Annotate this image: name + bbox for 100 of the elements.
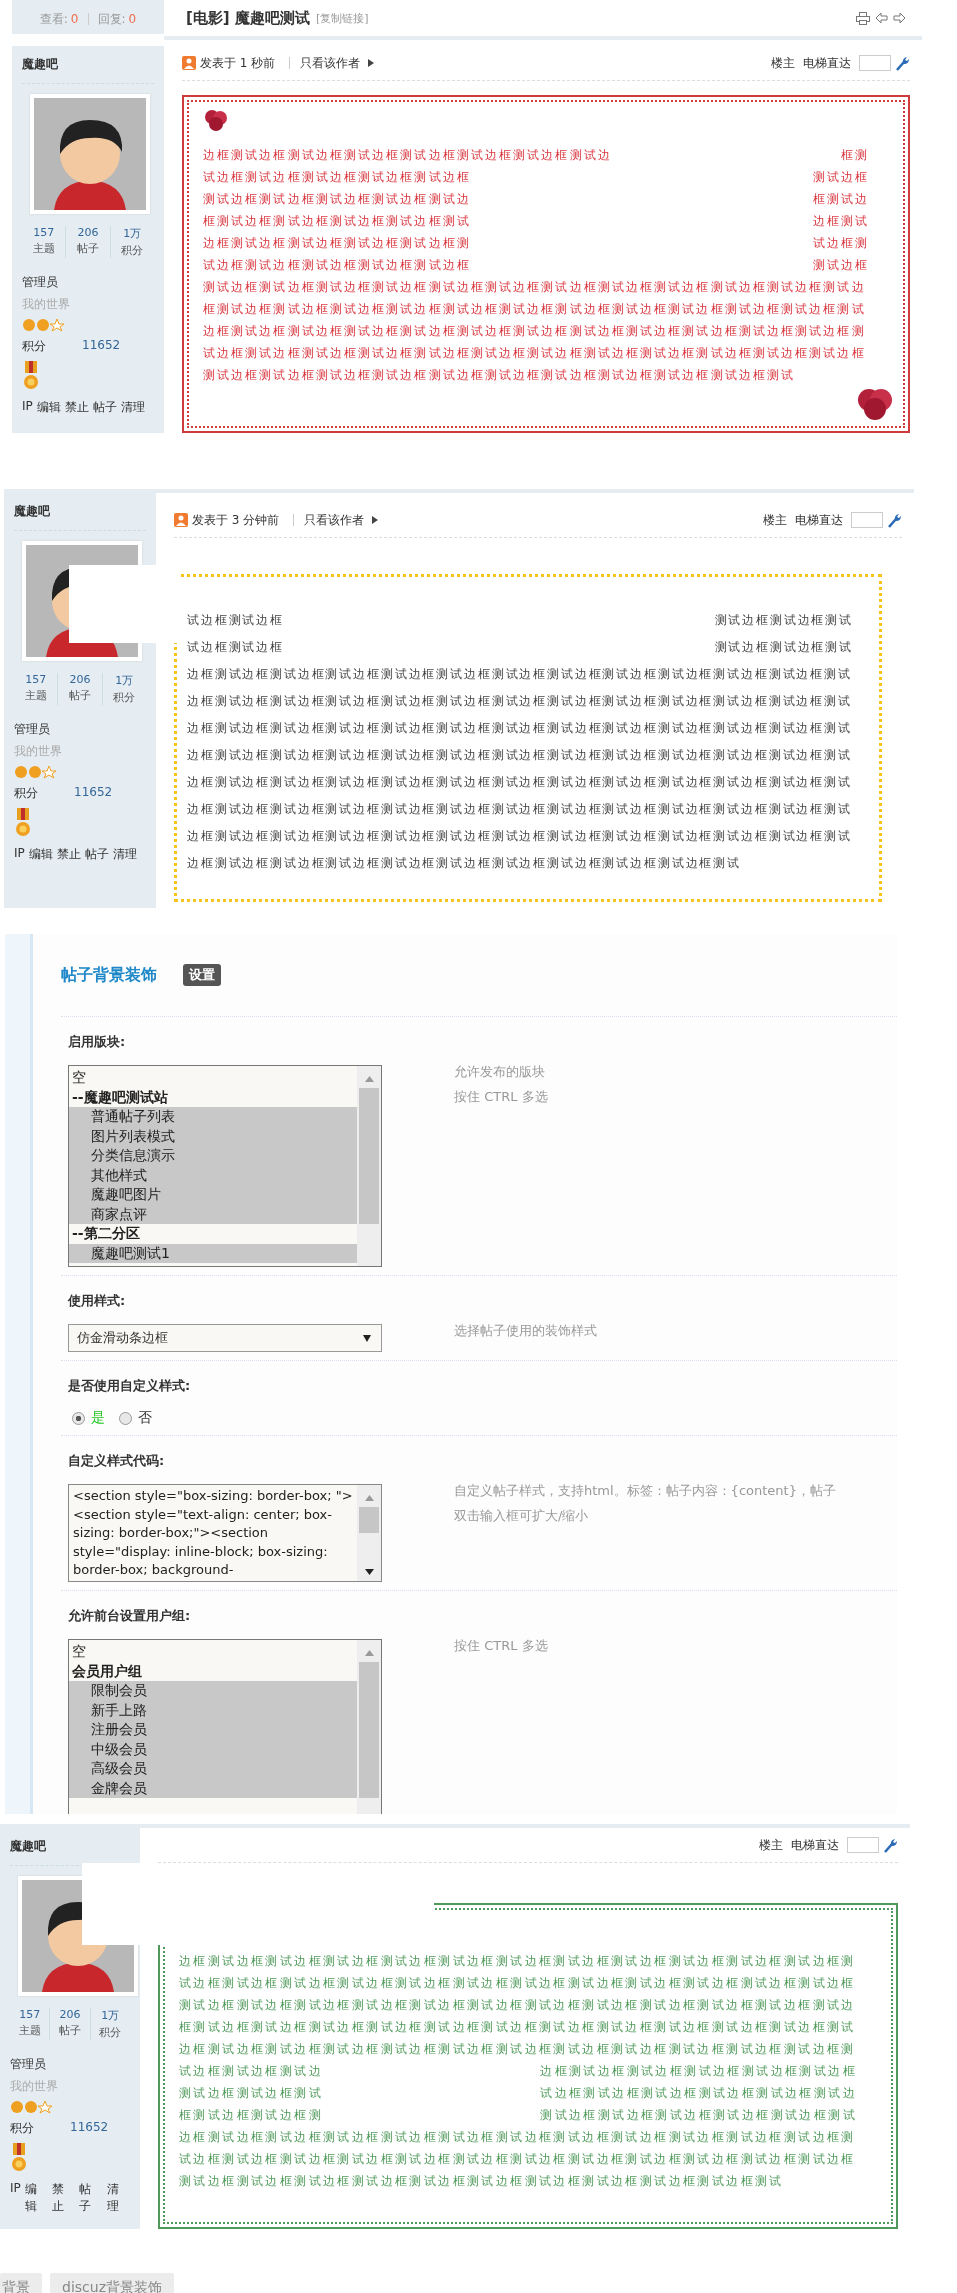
list-option[interactable]: 注册会员: [69, 1720, 357, 1740]
style-dropdown[interactable]: 仿金滑动条边框: [68, 1324, 382, 1352]
stat-value[interactable]: 206: [58, 673, 102, 686]
stat-value[interactable]: 206: [66, 226, 110, 239]
dropdown-caret-icon[interactable]: [363, 1334, 371, 1342]
code-textarea[interactable]: <section style="box-sizing: border-box; "><section style="text-align: center; box-sizing: border-box;"><section style="display: inline-block; box-sizing: border-box; background-: [68, 1484, 382, 1582]
admin-action-link[interactable]: 清理: [120, 399, 145, 416]
admin-action-link[interactable]: 禁止: [56, 846, 81, 863]
author-name[interactable]: 魔趣吧: [22, 46, 154, 84]
stat-value[interactable]: 1万: [110, 226, 154, 241]
list-option[interactable]: --第二分区: [69, 1224, 357, 1244]
admin-action-link[interactable]: 编辑: [24, 2181, 49, 2215]
post-text: 试边框测试边框测试边: [179, 2063, 323, 2080]
list-option[interactable]: 中级会员: [69, 1739, 357, 1759]
stat-value[interactable]: 1万: [102, 673, 146, 688]
list-option[interactable]: 高级会员: [69, 1759, 357, 1779]
admin-action-link[interactable]: 清理: [112, 846, 137, 863]
stat-value[interactable]: 1万: [90, 2008, 130, 2023]
medal-icon[interactable]: [22, 361, 40, 391]
floor-input[interactable]: [851, 512, 883, 528]
admin-action-link[interactable]: IP: [14, 846, 25, 863]
stat-value[interactable]: 157: [22, 226, 66, 239]
scrollbar-thumb[interactable]: [359, 1088, 379, 1224]
admin-action-link[interactable]: IP: [10, 2181, 21, 2215]
post-text: 试边框测试边框测试边框测试边框测试边框测试边框测试边框测试边框测试边框测试边框测试边框测试边框: [203, 345, 866, 362]
admin-action-link[interactable]: 帖子: [92, 399, 117, 416]
admin-action-link[interactable]: 编辑: [28, 846, 53, 863]
flower-icon: [203, 108, 229, 132]
scrollbar[interactable]: [357, 1485, 381, 1581]
list-option[interactable]: 金牌会员: [69, 1778, 357, 1798]
post-text: 测试边框测试边框测试边框测试边框测试边框测试边框测试边框测试边框测试边框测试边框测试边框测试边: [179, 1997, 856, 2014]
list-option[interactable]: --魔趣吧测试站: [69, 1087, 357, 1107]
stat-label: 主题: [17, 2023, 42, 2038]
list-option[interactable]: 图片列表模式: [69, 1126, 357, 1146]
post-text: 框测试边框测试边框测: [179, 2107, 323, 2124]
post-text: 边框测试边框测试边框测试边框测试边框测试边框: [540, 2063, 857, 2080]
admin-action-link[interactable]: 禁止: [64, 399, 89, 416]
list-option[interactable]: 会员用户组: [69, 1661, 357, 1681]
list-option[interactable]: 魔趣吧图片: [69, 1185, 357, 1205]
list-option[interactable]: 新手上路: [69, 1700, 357, 1720]
field-hint: 选择帖子使用的装饰样式: [454, 1322, 597, 1340]
medal-icon[interactable]: [14, 808, 32, 838]
wrench-icon[interactable]: [883, 1837, 898, 1853]
post-text: 试边框测试边框测试边框测试边框测试边框测试边框测试边框测试边框测试边框测试边框测试边框测试边框: [179, 1975, 856, 1992]
print-icon[interactable]: [856, 11, 870, 25]
radio-button[interactable]: [72, 1411, 85, 1425]
admin-action-link[interactable]: 禁止: [52, 2181, 76, 2215]
radio-label[interactable]: 否: [138, 1409, 152, 1427]
list-option[interactable]: 分类信息演示: [69, 1146, 357, 1166]
radio-button[interactable]: [119, 1411, 132, 1425]
user-group: 管理员: [10, 2056, 130, 2073]
scroll-up-icon[interactable]: [364, 1650, 374, 1656]
scroll-up-icon[interactable]: [364, 1495, 374, 1501]
stat-value[interactable]: 157: [10, 2008, 50, 2021]
post-text: 测试边框测试边框测试边框测试边框测试边: [203, 191, 471, 208]
only-author-link[interactable]: 只看该作者: [300, 54, 361, 72]
list-option[interactable]: 商家点评: [69, 1204, 357, 1224]
admin-action-link[interactable]: 帖子: [84, 846, 109, 863]
post-text: 边框测试边框测试边框测试边框测试边框测试边框测试边框测试边框测试边框测试边框测试边框测试边框测试: [187, 720, 852, 737]
user-icon: [174, 513, 188, 527]
admin-action-link[interactable]: IP: [22, 399, 33, 416]
only-author-link[interactable]: 只看该作者: [304, 511, 365, 529]
avatar[interactable]: [34, 98, 146, 210]
wrench-icon[interactable]: [895, 55, 910, 71]
scroll-down-icon[interactable]: [364, 1569, 374, 1575]
scrollbar-thumb[interactable]: [359, 1662, 379, 1798]
scrollbar[interactable]: [357, 1066, 381, 1266]
stat-value[interactable]: 157: [14, 673, 58, 686]
floor-input[interactable]: [847, 1837, 879, 1853]
multi-select-list[interactable]: 空 --魔趣吧测试站 普通帖子列表 图片列表模式 分类信息演示 其他样式 魔趣吧图片 商家点评 --第二分区 魔趣吧测试1: [68, 1065, 382, 1267]
stat-label: 帖子: [58, 2023, 82, 2038]
user-title: 我的世界: [22, 296, 71, 313]
stat-value[interactable]: 206: [50, 2008, 90, 2021]
post-text: 边框测试边框测试边框测试边框测试边框测试边框测试边框测试边框测试边框测试边框测试: [187, 855, 741, 872]
admin-action-link[interactable]: 清理: [106, 2181, 130, 2215]
author-name[interactable]: 魔趣吧: [14, 493, 146, 531]
admin-action-link[interactable]: 编辑: [36, 399, 61, 416]
next-icon[interactable]: [893, 11, 906, 24]
list-option[interactable]: 空: [69, 1642, 357, 1662]
list-option[interactable]: 普通帖子列表: [69, 1107, 357, 1127]
scrollbar-thumb[interactable]: [359, 1507, 379, 1533]
previous-icon[interactable]: [875, 11, 888, 24]
list-option[interactable]: 魔趣吧测试1: [69, 1243, 357, 1263]
list-option[interactable]: 其他样式: [69, 1165, 357, 1185]
stat-label: 积分: [112, 690, 137, 705]
wrench-icon[interactable]: [887, 512, 902, 528]
post-text: 边框测试边框测试边框测试边框测试边框测试边框测试边框测试边框测试边框测试边框测试边框测试边框测: [179, 1953, 856, 1970]
scrollbar[interactable]: [357, 1640, 381, 1814]
multi-select-list[interactable]: 空 会员用户组 限制会员 新手上路 注册会员 中级会员 高级会员 金牌会员: [68, 1639, 382, 1814]
scroll-up-icon[interactable]: [364, 1076, 374, 1082]
field-hint: 按住 CTRL 多选: [454, 1088, 548, 1106]
post-text: 试边框测: [812, 235, 869, 252]
list-option[interactable]: 空: [69, 1068, 357, 1088]
post-text: 试边框测试边框: [187, 612, 284, 629]
medal-icon[interactable]: [10, 2143, 28, 2173]
settings-badge[interactable]: 设置: [183, 964, 221, 986]
floor-input[interactable]: [859, 55, 891, 71]
list-option[interactable]: 限制会员: [69, 1681, 357, 1701]
field-hint: 允许发布的版块: [454, 1063, 546, 1081]
admin-action-link[interactable]: 帖子: [79, 2181, 103, 2215]
